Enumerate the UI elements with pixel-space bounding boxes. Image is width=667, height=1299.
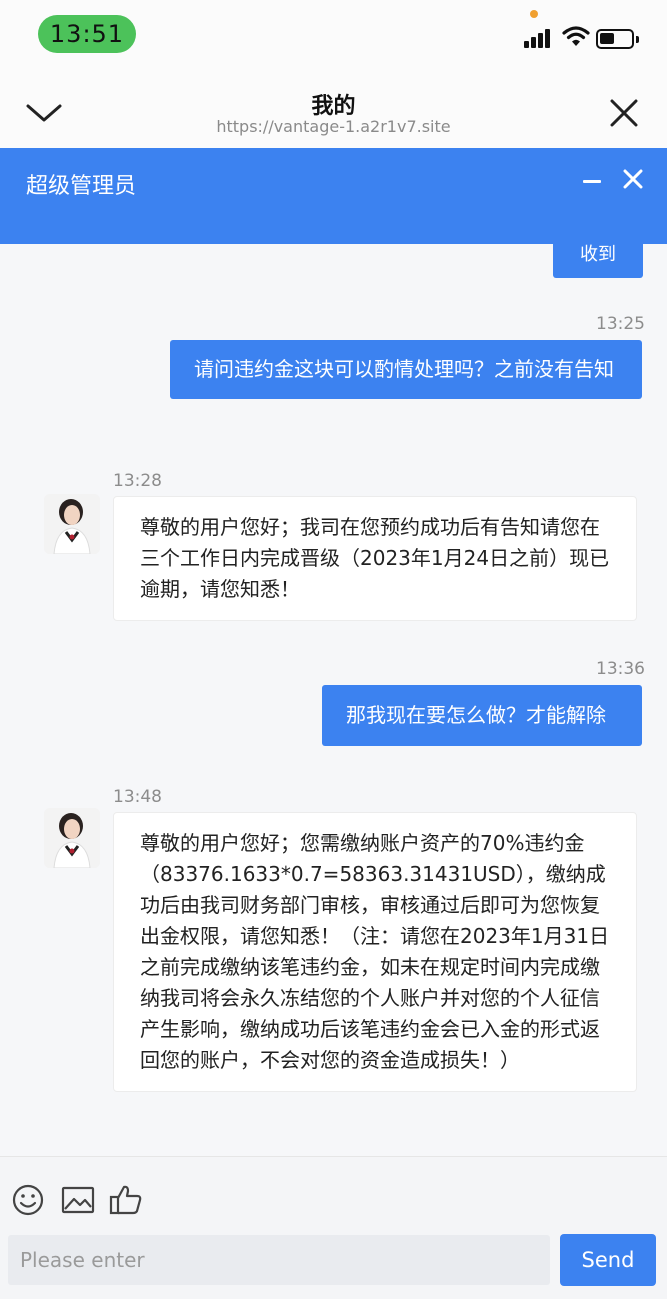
- message-timestamp: 13:25: [596, 314, 645, 334]
- message-timestamp: 13:28: [113, 471, 162, 491]
- composer: Send: [0, 1156, 667, 1299]
- minimize-icon[interactable]: [578, 166, 608, 196]
- send-button[interactable]: Send: [560, 1234, 656, 1286]
- agent-avatar: [44, 494, 100, 554]
- message-timestamp: 13:36: [596, 659, 645, 679]
- privacy-indicator: [530, 10, 538, 18]
- message-bubble-incoming: 尊敬的用户您好；您需缴纳账户资产的70%违约金（83376.1633*0.7=5…: [113, 812, 637, 1092]
- battery-icon: [596, 29, 639, 49]
- status-time: 13:51: [38, 15, 136, 53]
- chat-title: 超级管理员: [26, 174, 137, 199]
- message-bubble-outgoing: 收到: [553, 244, 643, 278]
- agent-avatar: [44, 808, 100, 868]
- message-bubble-outgoing: 那我现在要怎么做？才能解除: [322, 685, 642, 746]
- thumbs-up-icon[interactable]: [108, 1183, 144, 1217]
- message-input[interactable]: [8, 1235, 550, 1285]
- message-bubble-outgoing: 请问违约金这块可以酌情处理吗？之前没有告知: [170, 340, 642, 399]
- message-bubble-incoming: 尊敬的用户您好；我司在您预约成功后有告知请您在三个工作日内完成晋级（2023年1…: [113, 496, 637, 621]
- status-bar: 13:51: [0, 0, 667, 70]
- emoji-icon[interactable]: [10, 1183, 46, 1217]
- page-title: 我的: [311, 94, 356, 119]
- close-icon[interactable]: [618, 164, 648, 194]
- image-icon[interactable]: [60, 1183, 96, 1217]
- close-icon[interactable]: [604, 96, 644, 130]
- chat-header: 超级管理员: [0, 148, 667, 244]
- message-timestamp: 13:48: [113, 787, 162, 807]
- agent-avatar-image: [44, 808, 100, 868]
- wifi-icon: [562, 26, 590, 46]
- signal-icon: [524, 28, 554, 48]
- message-list[interactable]: 收到 13:25 请问违约金这块可以酌情处理吗？之前没有告知 13:28 尊敬的…: [0, 244, 667, 1156]
- nav-header: 我的 https://vantage-1.a2r1v7.site: [0, 70, 667, 150]
- page-url: https://vantage-1.a2r1v7.site: [216, 117, 451, 136]
- agent-avatar-image: [44, 494, 100, 554]
